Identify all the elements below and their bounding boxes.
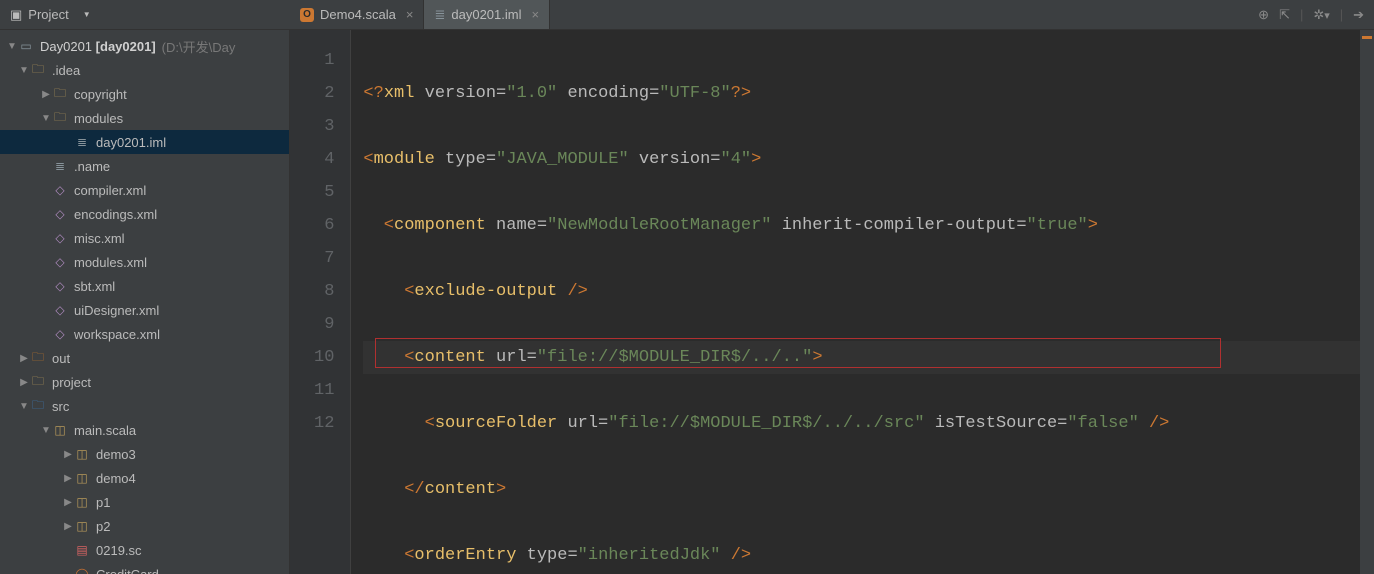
line-gutter[interactable]: 1 2 3 4 5 6 7 8 9 10 11 12 bbox=[290, 30, 351, 574]
tab-demo4[interactable]: O Demo4.scala × bbox=[290, 0, 424, 29]
tree-item-mainscala[interactable]: ▼ ◫ main.scala bbox=[0, 418, 289, 442]
tree-path: (D:\开发\Day bbox=[162, 37, 236, 56]
tree-item-sbt[interactable]: ◇ sbt.xml bbox=[0, 274, 289, 298]
tree-item-p2[interactable]: ▶ ◫ p2 bbox=[0, 514, 289, 538]
expand-icon[interactable]: ▼ bbox=[6, 41, 18, 52]
xml-file-icon: ◇ bbox=[52, 182, 68, 198]
folder-icon: 🗀 bbox=[30, 350, 46, 366]
tree-item-demo4[interactable]: ▶ ◫ demo4 bbox=[0, 466, 289, 490]
expand-icon[interactable]: ▶ bbox=[62, 497, 74, 508]
chevron-down-icon: ▼ bbox=[83, 10, 91, 19]
expand-icon[interactable]: ▼ bbox=[40, 425, 52, 436]
tree-label: Day0201 [day0201] bbox=[40, 39, 156, 54]
package-icon: ◫ bbox=[52, 422, 68, 438]
editor-tabs: O Demo4.scala × ≣ day0201.iml × bbox=[290, 0, 550, 30]
folder-icon: 🗀 bbox=[52, 86, 68, 102]
tree-item-idea[interactable]: ▼ 🗀 .idea bbox=[0, 58, 289, 82]
expand-icon[interactable]: ▼ bbox=[18, 401, 30, 412]
xml-file-icon: ◇ bbox=[52, 278, 68, 294]
xml-file-icon: ◇ bbox=[52, 326, 68, 342]
project-label: Project bbox=[28, 7, 68, 22]
close-icon[interactable]: × bbox=[531, 7, 539, 22]
expand-icon[interactable]: ▶ bbox=[18, 377, 30, 388]
expand-icon[interactable]: ▶ bbox=[40, 89, 52, 100]
tree-item-0219sc[interactable]: ▤ 0219.sc bbox=[0, 538, 289, 562]
tree-item-workspace[interactable]: ◇ workspace.xml bbox=[0, 322, 289, 346]
tab-iml[interactable]: ≣ day0201.iml × bbox=[424, 0, 550, 29]
tree-item-name[interactable]: ≣ .name bbox=[0, 154, 289, 178]
xml-file-icon: ◇ bbox=[52, 254, 68, 270]
close-icon[interactable]: × bbox=[406, 7, 414, 22]
expand-icon[interactable]: ▼ bbox=[18, 65, 30, 76]
tree-root[interactable]: ▼ ▭ Day0201 [day0201] (D:\开发\Day bbox=[0, 34, 289, 58]
package-icon: ◫ bbox=[74, 518, 90, 534]
expand-icon[interactable]: ▶ bbox=[62, 473, 74, 484]
file-icon: ≣ bbox=[74, 134, 90, 150]
package-icon: ◫ bbox=[74, 470, 90, 486]
tree-item-src[interactable]: ▼ 🗀 src bbox=[0, 394, 289, 418]
tree-item-uidesigner[interactable]: ◇ uiDesigner.xml bbox=[0, 298, 289, 322]
code-content[interactable]: <?xml version="1.0" encoding="UTF-8"?> <… bbox=[351, 30, 1360, 574]
expand-icon[interactable]: ▶ bbox=[62, 449, 74, 460]
tree-item-misc[interactable]: ◇ misc.xml bbox=[0, 226, 289, 250]
collapse-icon[interactable]: ⇱ bbox=[1279, 7, 1290, 23]
project-icon: ▣ bbox=[10, 7, 22, 23]
project-toolbar: ⊕ ⇱ | ✲▾ | ➔ bbox=[1258, 7, 1374, 23]
tree-item-project[interactable]: ▶ 🗀 project bbox=[0, 370, 289, 394]
folder-icon: 🗀 bbox=[52, 110, 68, 126]
expand-icon[interactable]: ▼ bbox=[40, 113, 52, 124]
tree-item-modulesxml[interactable]: ◇ modules.xml bbox=[0, 250, 289, 274]
xml-file-icon: ◇ bbox=[52, 206, 68, 222]
expand-icon[interactable]: ▶ bbox=[62, 521, 74, 532]
tree-item-iml[interactable]: ≣ day0201.iml bbox=[0, 130, 289, 154]
scala-object-icon: ◯ bbox=[74, 566, 90, 574]
warning-marker[interactable] bbox=[1362, 36, 1372, 39]
tree-item-compiler[interactable]: ◇ compiler.xml bbox=[0, 178, 289, 202]
tree-item-out[interactable]: ▶ 🗀 out bbox=[0, 346, 289, 370]
xml-file-icon: ◇ bbox=[52, 230, 68, 246]
tree-item-encodings[interactable]: ◇ encodings.xml bbox=[0, 202, 289, 226]
folder-icon: 🗀 bbox=[30, 374, 46, 390]
file-icon: ≣ bbox=[434, 7, 445, 23]
folder-icon: 🗀 bbox=[30, 62, 46, 78]
tree-item-p1[interactable]: ▶ ◫ p1 bbox=[0, 490, 289, 514]
tree-item-creditcard[interactable]: ◯ CreditCard bbox=[0, 562, 289, 574]
tree-item-modules[interactable]: ▼ 🗀 modules bbox=[0, 106, 289, 130]
src-folder-icon: 🗀 bbox=[30, 398, 46, 414]
module-icon: ▭ bbox=[18, 38, 34, 54]
worksheet-icon: ▤ bbox=[74, 542, 90, 558]
expand-icon[interactable]: ▶ bbox=[18, 353, 30, 364]
gear-icon[interactable]: ✲▾ bbox=[1313, 7, 1329, 23]
project-tree[interactable]: ▼ ▭ Day0201 [day0201] (D:\开发\Day ▼ 🗀 .id… bbox=[0, 30, 290, 574]
code-editor[interactable]: 1 2 3 4 5 6 7 8 9 10 11 12 <?xml version… bbox=[290, 30, 1374, 574]
package-icon: ◫ bbox=[74, 446, 90, 462]
error-stripe[interactable] bbox=[1360, 30, 1374, 574]
editor-area: O Demo4.scala × ≣ day0201.iml × 1 2 3 4 … bbox=[290, 30, 1374, 574]
locate-icon[interactable]: ⊕ bbox=[1258, 7, 1269, 23]
xml-file-icon: ◇ bbox=[52, 302, 68, 318]
package-icon: ◫ bbox=[74, 494, 90, 510]
scala-object-icon: O bbox=[300, 8, 314, 22]
tree-item-copyright[interactable]: ▶ 🗀 copyright bbox=[0, 82, 289, 106]
file-icon: ≣ bbox=[52, 158, 68, 174]
hide-icon[interactable]: ➔ bbox=[1353, 7, 1364, 23]
project-dropdown[interactable]: ▣ Project ▼ bbox=[0, 0, 101, 29]
tree-item-demo3[interactable]: ▶ ◫ demo3 bbox=[0, 442, 289, 466]
